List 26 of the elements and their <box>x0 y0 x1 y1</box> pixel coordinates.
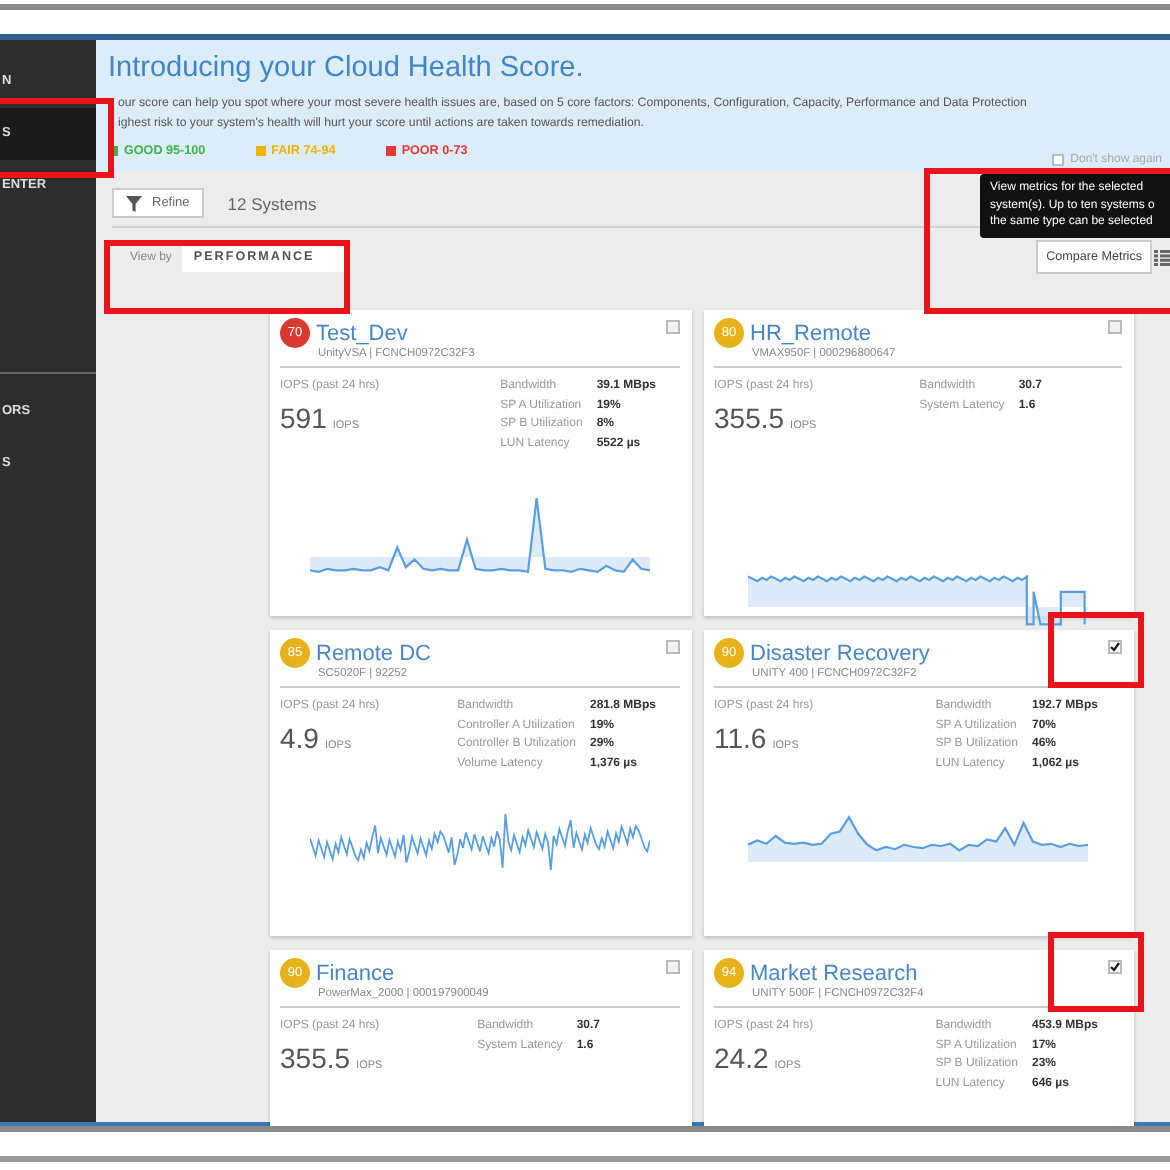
checkbox[interactable] <box>1108 320 1122 334</box>
iops-value: 24.2 <box>714 1042 769 1074</box>
filter-icon <box>126 195 142 211</box>
system-name-link[interactable]: Test_Dev <box>316 321 408 345</box>
system-name-link[interactable]: Disaster Recovery <box>750 641 930 665</box>
system-name-link[interactable]: Finance <box>316 961 395 985</box>
checkbox[interactable] <box>666 320 680 334</box>
checkbox[interactable] <box>1108 640 1122 654</box>
list-view-icon[interactable] <box>1154 249 1170 265</box>
iops-value: 591 <box>280 402 327 434</box>
system-name-link[interactable]: HR_Remote <box>750 321 872 345</box>
system-name-link[interactable]: Remote DC <box>316 641 431 665</box>
checkbox[interactable] <box>666 960 680 974</box>
iops-value: 11.6 <box>714 722 767 754</box>
highlight-frame <box>1048 932 1144 1012</box>
banner-title: Introducing your Cloud Health Score. <box>108 52 586 84</box>
iops-value: 355.5 <box>714 402 785 434</box>
iops-value: 355.5 <box>280 1042 351 1074</box>
system-count: 12 Systems <box>227 193 317 213</box>
system-name-link[interactable]: Market Research <box>750 961 918 985</box>
checkbox[interactable] <box>666 640 680 654</box>
checkbox[interactable] <box>1108 960 1122 974</box>
highlight-frame <box>1048 612 1144 688</box>
iops-value: 4.9 <box>280 722 319 754</box>
highlight-frame <box>0 98 114 178</box>
checkbox[interactable] <box>1052 154 1065 166</box>
